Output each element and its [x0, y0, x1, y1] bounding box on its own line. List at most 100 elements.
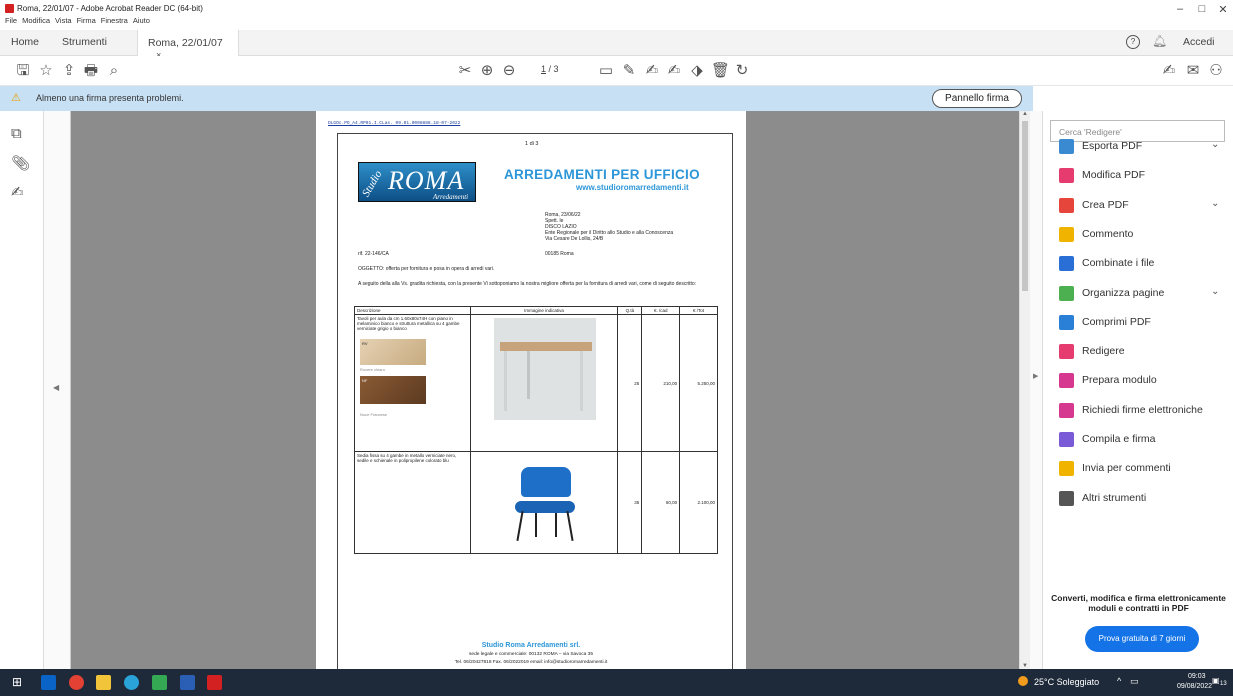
recipient-address: Roma, 23/06/22 Spett. le DISCO LAZIO Ent… [545, 212, 673, 242]
prepare-form-icon [1059, 373, 1074, 389]
menu-aiuto[interactable]: Aiuto [133, 16, 150, 25]
account-icon[interactable]: ⚇ [1207, 62, 1225, 80]
page-label: 1 di 3 [525, 141, 539, 147]
signin-link[interactable]: Accedi [1183, 36, 1215, 48]
page-thumbnails-icon[interactable]: ⧉ [11, 125, 22, 142]
expand-left-arrow-icon[interactable]: ◀ [53, 383, 59, 392]
previous-page-icon[interactable]: ⊕ [478, 62, 496, 80]
weather-text[interactable]: 25°C Soleggiato [1034, 677, 1099, 687]
acrobat-taskbar-icon[interactable] [207, 675, 222, 690]
tab-document[interactable]: Roma, 22/01/07 × [137, 30, 239, 60]
fill-sign-tool-icon[interactable]: ✍ [665, 62, 683, 80]
network-icon[interactable]: ▭ [1130, 676, 1139, 687]
tool-item-label: Compila e firma [1082, 433, 1156, 445]
notifications-bell-icon[interactable]: 🔔︎ [1152, 34, 1167, 48]
close-window-button[interactable]: ✕ [1213, 3, 1233, 16]
vertical-scrollbar[interactable]: ▲ ▼ [1019, 111, 1030, 669]
menu-vista[interactable]: Vista [55, 16, 72, 25]
right-panel-toggle[interactable]: ▶ [1030, 111, 1042, 669]
stamp-icon[interactable]: ⬗ [688, 62, 706, 80]
weather-sun-icon [1018, 676, 1028, 686]
tool-item-label: Redigere [1082, 345, 1125, 358]
menu-firma[interactable]: Firma [77, 16, 96, 25]
row-description: Sedia fissa su 4 gambe in metallo vernic… [354, 451, 471, 554]
tool-item[interactable]: Esporta PDF ⌄ [1055, 137, 1230, 157]
row-qty: 35 [617, 451, 643, 554]
tool-item[interactable]: Combinate i file [1055, 254, 1230, 274]
chevron-down-icon[interactable]: ⌄ [1211, 198, 1219, 209]
tool-item[interactable]: Compila e firma [1055, 430, 1230, 450]
tray-chevron-icon[interactable]: ^ [1117, 676, 1121, 686]
menu-finestra[interactable]: Finestra [101, 16, 128, 25]
tool-item[interactable]: Richiedi firme elettroniche [1055, 401, 1230, 421]
page-indicator[interactable]: 1 / 3 [541, 64, 559, 74]
address-city: 00185 Roma [545, 251, 574, 257]
attachments-icon[interactable]: 📎︎ [11, 154, 30, 172]
tool-item[interactable]: Prepara modulo [1055, 371, 1230, 391]
delete-icon[interactable]: 🗑 [711, 62, 730, 80]
edge-app-icon[interactable] [124, 675, 139, 690]
zoom-search-icon[interactable]: ⌕ [105, 62, 123, 80]
tab-tools[interactable]: Strumenti [62, 36, 107, 48]
scrollbar-thumb[interactable] [1022, 121, 1028, 291]
left-panel-toggle[interactable]: ◀ [44, 111, 71, 669]
sign-tool-icon[interactable]: ✍ [643, 62, 661, 80]
table-header-row: Descrizione Immagine indicativa Q.tà €. … [354, 306, 718, 315]
intro-paragraph: A seguito della alla Vs. gradita richies… [358, 281, 697, 287]
tab-home[interactable]: Home [11, 36, 39, 48]
tool-item-label: Altri strumenti [1082, 491, 1147, 504]
signature-panel-button[interactable]: Pannello firma [932, 89, 1022, 108]
promo-text: Converti, modifica e firma elettronicame… [1043, 593, 1233, 613]
outlook-app-icon[interactable] [41, 675, 56, 690]
menu-bar: File Modifica Vista Firma Finestra Aiuto [0, 16, 400, 28]
collapse-right-arrow-icon[interactable]: ▶ [1033, 372, 1038, 380]
page-current-input[interactable]: 1 [541, 64, 546, 74]
bookmark-star-icon[interactable]: ☆ [37, 62, 55, 80]
rotate-icon[interactable]: ↻ [733, 62, 751, 80]
minimize-button[interactable]: – [1170, 3, 1190, 15]
notification-center-icon[interactable]: ▣ [1212, 676, 1220, 685]
windows-start-icon[interactable]: ⊞ [12, 675, 22, 689]
tool-item[interactable]: Organizza pagine ⌄ [1055, 284, 1230, 304]
share-icon[interactable]: ⇪ [60, 62, 78, 80]
chair-back-shape [520, 467, 571, 497]
maximize-button[interactable]: □ [1192, 3, 1212, 15]
clock-time[interactable]: 09:03 [1188, 673, 1206, 680]
highlight-pen-icon[interactable]: ✎ [620, 62, 638, 80]
menu-modifica[interactable]: Modifica [22, 16, 50, 25]
notification-count: 13 [1220, 681, 1227, 687]
scroll-up-arrow-icon[interactable]: ▲ [1022, 111, 1028, 117]
signatures-icon[interactable]: ✍ [11, 183, 24, 201]
promo-line: moduli e contratti in PDF [1088, 603, 1189, 613]
tool-item[interactable]: Commento [1055, 225, 1230, 245]
chrome-app-icon[interactable] [69, 675, 84, 690]
table-leg [526, 351, 530, 399]
tool-item[interactable]: Comprimi PDF [1055, 313, 1230, 333]
print-icon[interactable]: 🖶 [82, 62, 100, 80]
comment-tool-icon[interactable]: ▭ [597, 62, 615, 80]
tool-item[interactable]: Invia per commenti [1055, 459, 1230, 479]
tool-item-label: Prepara modulo [1082, 374, 1157, 387]
chevron-down-icon[interactable]: ⌄ [1211, 286, 1219, 297]
file-explorer-icon[interactable] [96, 675, 111, 690]
clock-date[interactable]: 09/08/2022 [1177, 683, 1212, 690]
save-icon[interactable]: 🖫 [14, 62, 32, 80]
tool-item[interactable]: Crea PDF ⌄ [1055, 196, 1230, 216]
green-app-icon[interactable] [152, 675, 167, 690]
edit-pdf-icon [1059, 168, 1074, 184]
tool-item[interactable]: Altri strumenti [1055, 489, 1230, 509]
next-page-icon[interactable]: ⊖ [500, 62, 518, 80]
scissors-icon[interactable]: ✂ [456, 62, 474, 80]
free-trial-button[interactable]: Prova gratuita di 7 giorni [1085, 626, 1199, 652]
word-app-icon[interactable] [180, 675, 195, 690]
tool-item[interactable]: Modifica PDF [1055, 166, 1230, 186]
sign-document-icon[interactable]: ✍ [1160, 62, 1178, 80]
tool-item[interactable]: Redigere [1055, 342, 1230, 362]
email-icon[interactable]: ✉ [1184, 62, 1202, 80]
menu-file[interactable]: File [5, 16, 17, 25]
logo-arredamenti-text: Arredamenti [433, 193, 469, 201]
chevron-down-icon[interactable]: ⌄ [1211, 139, 1219, 150]
left-nav-bar: ⧉ 📎︎ ✍ [0, 111, 44, 669]
help-icon[interactable]: ? [1126, 35, 1140, 49]
oak-swatch-label: Rovere chiaro [360, 367, 385, 372]
